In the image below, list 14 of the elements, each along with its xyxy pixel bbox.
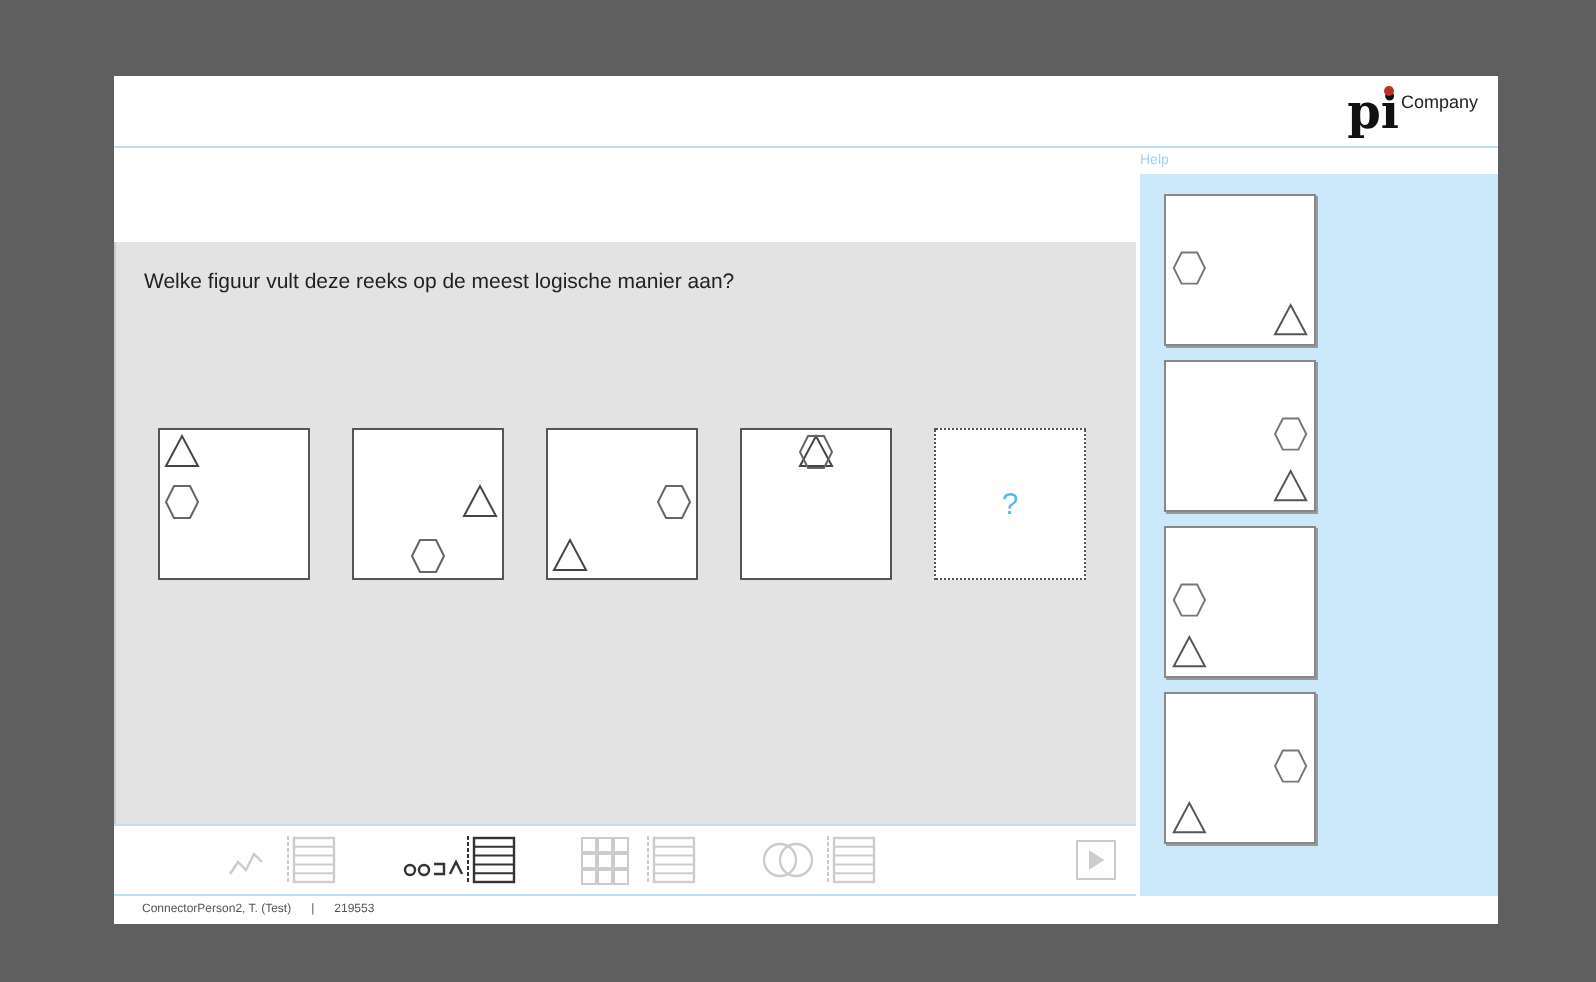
triangle-icon — [1172, 634, 1207, 668]
triangle-icon — [1273, 468, 1308, 502]
answer-option[interactable] — [1164, 526, 1316, 678]
triangle-icon — [1172, 800, 1207, 834]
answer-slot: ? — [934, 428, 1086, 580]
answer-option[interactable] — [1164, 692, 1316, 844]
answer-option[interactable] — [1164, 360, 1316, 512]
question-text: Welke figuur vult deze reeks op de meest logische manier aan? — [144, 270, 737, 294]
hexagon-icon — [1172, 583, 1207, 617]
answer-option[interactable] — [1164, 194, 1316, 346]
hexagon-icon — [1273, 749, 1308, 783]
triangle-icon — [1273, 302, 1308, 336]
hexagon-icon — [1273, 417, 1308, 451]
hexagon-icon — [1172, 251, 1207, 285]
